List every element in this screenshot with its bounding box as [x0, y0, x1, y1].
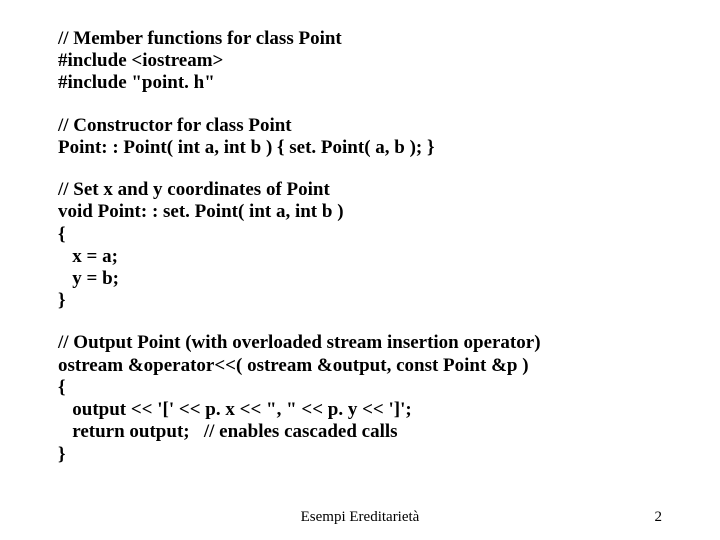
page-number: 2	[655, 509, 663, 526]
code-block-3: // Set x and y coordinates of Point void…	[58, 179, 662, 312]
footer-title: Esempi Ereditarietà	[0, 509, 720, 526]
code-block-2: // Constructor for class Point Point: : …	[58, 115, 662, 159]
code-block-1: // Member functions for class Point #inc…	[58, 28, 662, 95]
code-block-4: // Output Point (with overloaded stream …	[58, 332, 662, 465]
slide: // Member functions for class Point #inc…	[0, 0, 720, 540]
